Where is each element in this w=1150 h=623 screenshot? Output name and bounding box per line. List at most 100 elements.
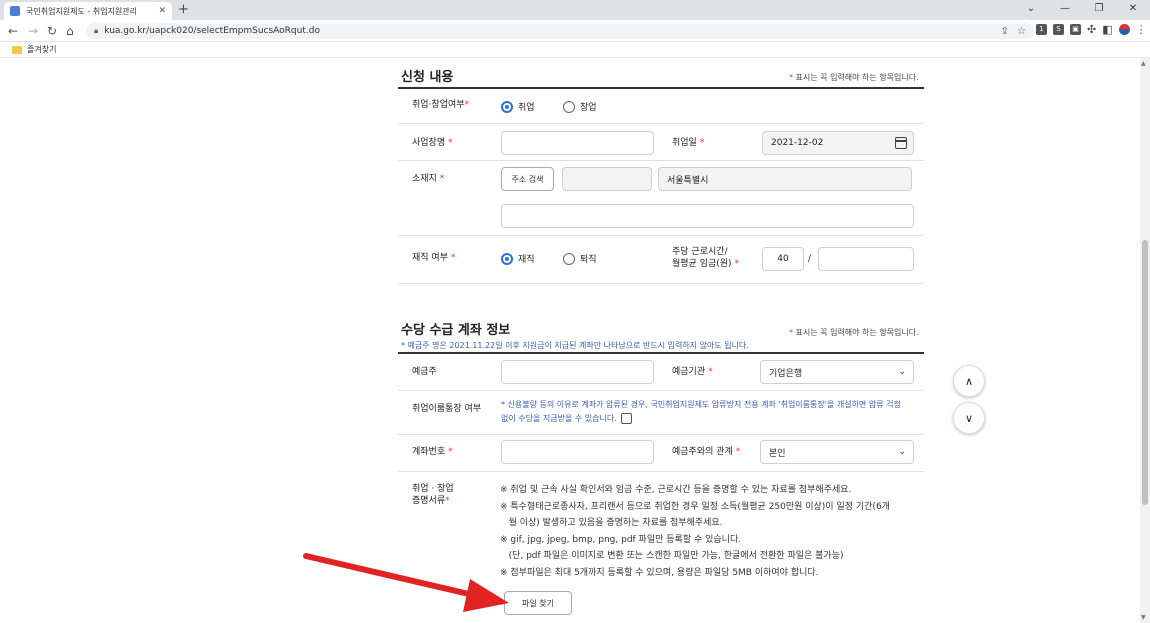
address-detail-input[interactable] [501,204,914,228]
home-icon[interactable]: ⌂ [66,24,74,38]
radio-resigned-label: 퇴직 [580,255,597,265]
required-star-icon: * [445,496,450,506]
scrollbar-thumb[interactable] [1142,240,1148,505]
side-panel-icon[interactable]: ◧ [1102,24,1112,35]
radio-working[interactable]: 재직 [501,252,535,265]
row-divider [398,283,924,284]
hire-date-input[interactable]: 2021-12-02 [762,131,914,155]
bookmark-folder[interactable]: 즐겨찾기 [12,44,56,55]
extension-clip-icon[interactable]: ▣ [1070,24,1081,35]
required-note: * 표시는 꼭 입력해야 하는 항목입니다. [789,72,919,83]
company-label: 사업장명 * [412,137,453,149]
monthly-wage-input[interactable] [818,247,914,271]
menu-kebab-icon[interactable]: ⋮ [1136,24,1147,35]
folder-icon [12,45,22,54]
section-title-account: 수당 수급 계좌 정보 [401,323,511,338]
work-status-label-text: 재직 여부 [412,253,448,263]
scroll-down-icon[interactable]: ▼ [1141,614,1146,621]
exclusive-account-checkbox[interactable] [620,413,632,424]
restore-icon[interactable]: ❐ [1082,0,1116,20]
file-find-button[interactable]: 파일 찾기 [504,591,572,615]
calendar-icon[interactable] [895,137,907,149]
scroll-bottom-button[interactable]: ∨ [953,402,985,434]
new-tab-icon[interactable]: + [178,3,189,17]
section-title-application: 신청 내용 [401,70,454,85]
radio-startup[interactable]: 창업 [563,100,597,113]
extension-s-icon[interactable]: S [1053,24,1064,35]
radio-employed[interactable]: 취업 [501,100,535,113]
radio-unchecked-icon [563,100,575,113]
chevron-down-icon: ∨ [964,411,974,425]
relation-label: 예금주와의 관계 * [672,446,740,458]
chevron-up-icon: ∧ [964,374,974,388]
required-star-icon: * [448,138,453,148]
address-search-button[interactable]: 주소 검색 [501,167,554,191]
chevron-down-icon[interactable]: ⌄ [1014,0,1048,20]
vertical-scrollbar[interactable]: ▲ ▼ [1140,58,1150,623]
scroll-top-button[interactable]: ∧ [953,365,985,397]
exclusive-account-note: * 신용불량 등의 이유로 계좌가 압류된 경우, 국민취업지원제도 압류방지 … [501,398,916,426]
radio-resigned[interactable]: 퇴직 [563,252,597,265]
profile-avatar-icon[interactable] [1118,24,1130,35]
bank-select[interactable]: 기업은행 ⌄ [760,360,914,384]
tab-bar: 국민취업지원제도 - 취업지원관리 ✕ + ⌄ — ❐ ✕ [0,0,1150,20]
share-icon[interactable]: ⇪ [1001,26,1009,37]
chevron-down-icon: ⌄ [898,367,906,377]
required-star-icon: * [450,253,456,263]
depositor-input[interactable] [501,360,654,384]
exclusive-note-line2: 없이 수당을 지급받을 수 있습니다. [501,414,617,423]
url-text[interactable]: kua.go.kr/uapck020/selectEmpmSucsAoRqut.… [104,26,992,36]
required-star-icon: * [708,367,713,377]
required-note: * 표시는 꼭 입력해야 하는 항목입니다. [789,327,919,338]
account-label-text: 계좌번호 [412,447,446,457]
depositor-note: * 예금주 명은 2021.11.22일 이후 지원금이 지급된 계좌만 나타남… [401,341,749,350]
job-type-label: 취업·창업여부* [412,99,469,111]
required-star-icon: * [439,174,445,184]
company-name-input[interactable] [501,131,654,155]
minimize-icon[interactable]: — [1048,0,1082,20]
hours-label-line1: 주당 근로시간/ [672,247,728,257]
scroll-up-icon[interactable]: ▲ [1141,60,1146,67]
radio-startup-label: 창업 [580,103,597,113]
weekly-hours-input[interactable]: 40 [762,247,804,271]
doc-note-line: 월 이상) 발생하고 있음을 증명하는 자료를 첨부해주세요. [500,518,723,528]
required-star-icon: * [789,328,793,337]
row-divider [398,471,924,472]
close-window-icon[interactable]: ✕ [1116,0,1150,20]
omnibox[interactable]: 🔒︎ kua.go.kr/uapck020/selectEmpmSucsAoRq… [86,23,1034,39]
account-number-label: 계좌번호 * [412,446,453,458]
forward-icon[interactable]: → [28,24,38,38]
doc-note-line: ※ 특수형태근로종사자, 프리랜서 등으로 취업한 경우 일정 소득(월평균 2… [500,501,890,512]
extension-1-icon[interactable]: 1 [1036,24,1047,35]
back-icon[interactable]: ← [8,24,18,38]
doc-note-line: (단, pdf 파일은 이미지로 변환 또는 스캔한 파일만 가능, 한글에서 … [500,551,844,561]
account-number-input[interactable] [501,440,654,464]
proof-docs-label-line1: 취업 · 창업 [412,484,454,494]
reload-icon[interactable]: ↻ [47,24,57,38]
radio-working-label: 재직 [518,255,535,265]
chevron-down-icon: ⌄ [898,447,906,457]
doc-note-line: ※ gif, jpg, jpeg, bmp, png, pdf 파일만 등록할 … [500,534,742,545]
postcode-input[interactable] [562,167,652,191]
row-divider [398,123,924,124]
browser-tab[interactable]: 국민취업지원제도 - 취업지원관리 ✕ [4,2,172,20]
puzzle-icon[interactable]: ✣ [1087,24,1096,35]
window-controls: ⌄ — ❐ ✕ [1014,0,1150,20]
required-star-icon: * [464,100,470,110]
hire-date-label: 취업일 * [672,137,704,149]
hours-label-line2: 월평균 임금(원) [672,259,732,269]
radio-employed-label: 취업 [518,103,535,113]
relation-select[interactable]: 본인 ⌄ [760,440,914,464]
hire-date-label-text: 취업일 [672,138,697,148]
radio-checked-icon [501,252,513,265]
extensions-area: 1 S ▣ ✣ ◧ ⋮ [1036,24,1147,35]
address-bar-row: ← → ↻ ⌂ 🔒︎ kua.go.kr/uapck020/selectEmpm… [0,20,1150,42]
radio-checked-icon [501,100,513,113]
doc-note-line: ※ 취업 및 근속 사실 확인서와 임금 수준, 근로시간 등을 증명할 수 있… [500,485,852,495]
bookmark-star-icon[interactable]: ☆ [1017,26,1026,37]
bookmarks-bar: 즐겨찾기 [0,42,1150,58]
site-favicon-icon [10,6,20,16]
required-star-icon: * [789,73,793,82]
city-input[interactable]: 서울특별시 [658,167,912,191]
close-tab-icon[interactable]: ✕ [158,6,166,16]
